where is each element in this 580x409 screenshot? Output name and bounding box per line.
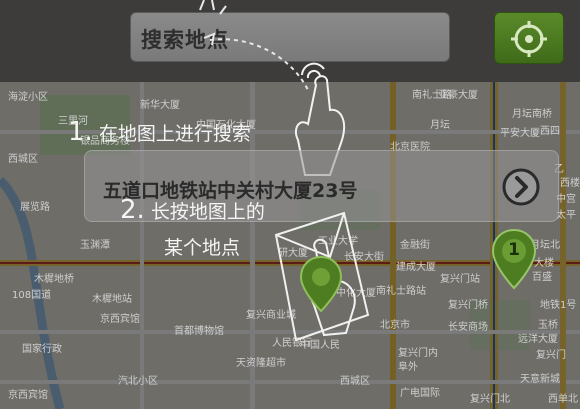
map-label: 长安商场 xyxy=(448,322,488,333)
map-label: 玉桥 xyxy=(538,320,558,331)
map-label: 首都博物馆 xyxy=(174,326,224,337)
map-label: 天意新城 xyxy=(520,374,560,385)
map-label: 108国道 xyxy=(12,290,52,301)
tip-step1-text: 在地图上进行搜索 xyxy=(98,123,251,145)
map-label: 亚豪大厦 xyxy=(438,90,478,101)
map-label: 海淀小区 xyxy=(8,92,48,103)
crosshair-icon xyxy=(511,21,547,57)
map-label: 西城区 xyxy=(340,376,370,387)
result-marker[interactable]: 1 xyxy=(489,228,539,290)
map-label: 远洋大厦 xyxy=(518,334,558,345)
map-label: 复兴门站 xyxy=(440,274,480,285)
map-label: 西四 xyxy=(540,126,560,137)
map-label: 木樨地桥 xyxy=(34,274,74,285)
map-label: 展览路 xyxy=(20,202,50,213)
map-label: 国家行政 xyxy=(22,344,62,355)
map-label: 复兴门 xyxy=(536,350,566,361)
map-label: 京西宾馆 xyxy=(100,314,140,325)
map-label: 西单北 xyxy=(548,394,578,405)
map-label: 金融街 xyxy=(400,240,430,251)
locate-button[interactable] xyxy=(494,12,564,64)
map-label: 复兴门北 xyxy=(470,394,510,405)
map-screen: 海淀小区 新华大厦 南礼士路 三里河 西城区 展览路 银品商务楼 中国石化大厦 … xyxy=(0,0,580,409)
map-label: 复兴门内 xyxy=(398,348,438,359)
map-label: 地铁1号 xyxy=(540,300,577,311)
map-label: 木樨地站 xyxy=(92,294,132,305)
map-label: 阜外 xyxy=(398,362,418,373)
map-label: 广电国际 xyxy=(400,388,440,399)
map-label: 天资隆超市 xyxy=(236,358,286,369)
map-pin-icon[interactable] xyxy=(296,255,346,315)
map-label: 西城区 xyxy=(8,154,38,165)
map-label: 平安大厦 xyxy=(500,128,540,139)
tip-step2-line2: 某个地点 xyxy=(164,237,241,259)
map-label: 新华大厦 xyxy=(140,100,180,111)
map-label: 月坛 xyxy=(430,120,450,131)
map-label: 汽北小区 xyxy=(118,376,158,387)
tip-step1: 1. 在地图上进行搜索 xyxy=(68,117,251,147)
marker-number: 1 xyxy=(508,240,520,260)
map-label: 太平 xyxy=(556,210,576,221)
tip-step2-number: 2. xyxy=(120,195,145,225)
map-label: 建成大厦 xyxy=(396,262,436,273)
map-label: 玉渊潭 xyxy=(80,240,110,251)
tip-step2-text-line1: 长按地图上的 xyxy=(150,201,265,223)
tip-step1-number: 1. xyxy=(68,117,93,147)
map-label: 中宫 xyxy=(556,194,576,205)
map-label: 复兴门桥 xyxy=(448,300,488,311)
chevron-right-icon[interactable] xyxy=(501,167,541,207)
map-label: 西楼 xyxy=(560,178,580,189)
map-label: 京西宾馆 xyxy=(8,390,48,401)
tip-step2: 2. 长按地图上的 xyxy=(120,195,265,225)
map-label: 月坛南桥 xyxy=(512,109,552,120)
